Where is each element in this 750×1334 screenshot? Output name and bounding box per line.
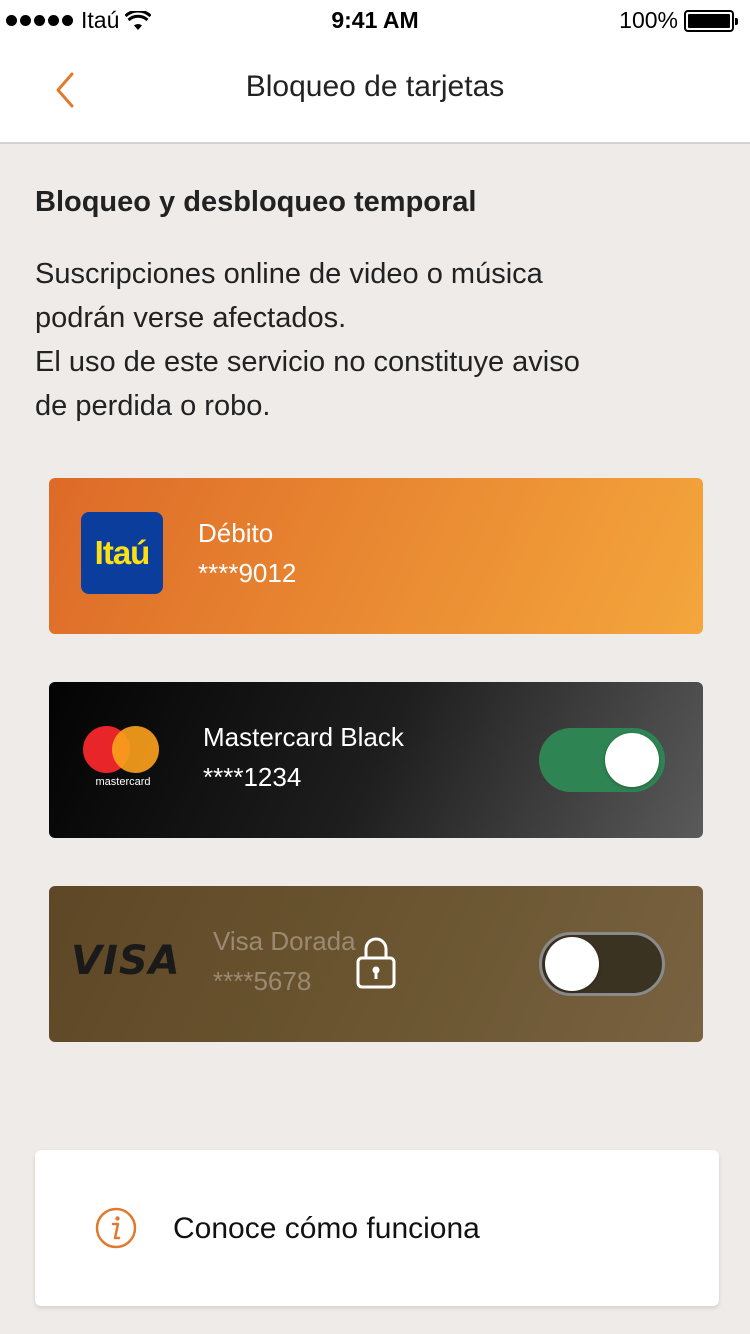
itau-logo: Itaú (81, 512, 163, 594)
card-name: Mastercard Black (203, 722, 404, 752)
description-line: de perdida o robo. (35, 390, 271, 422)
status-right: 100% (619, 7, 738, 34)
block-toggle-mastercard[interactable] (539, 728, 665, 792)
mastercard-logo-text: mastercard (95, 776, 151, 788)
info-icon (95, 1207, 137, 1249)
battery-percentage: 100% (619, 7, 678, 33)
how-it-works-button[interactable]: Conoce cómo funciona (35, 1150, 719, 1306)
card-name: Visa Dorada (213, 926, 356, 956)
section-description: Suscripciones online de video o música p… (35, 252, 695, 428)
card-number: ****9012 (198, 558, 297, 588)
description-line: podrán verse afectados. (35, 302, 347, 334)
status-bar: Itaú 9:41 AM 100% (0, 0, 750, 40)
battery-icon (684, 9, 738, 32)
card-name: Débito (198, 518, 274, 548)
how-it-works-label: Conoce cómo funciona (173, 1212, 480, 1245)
card-number: ****5678 (213, 966, 312, 996)
toggle-knob (545, 937, 599, 991)
card-visa-dorada: VISA Visa Dorada ****5678 (49, 886, 703, 1042)
description-line: El uso de este servicio no constituye av… (35, 346, 580, 378)
card-mastercard-black: mastercard Mastercard Black ****1234 (49, 682, 703, 838)
section-title: Bloqueo y desbloqueo temporal (35, 186, 477, 218)
lock-icon (356, 937, 396, 989)
card-debito: Itaú Débito ****9012 (49, 478, 703, 634)
mastercard-logo: mastercard (83, 726, 161, 790)
navigation-bar: Bloqueo de tarjetas (0, 40, 750, 144)
card-number: ****1234 (203, 762, 302, 792)
toggle-knob (605, 733, 659, 787)
visa-logo: VISA (71, 938, 181, 984)
block-toggle-visa[interactable] (539, 932, 665, 996)
description-line: Suscripciones online de video o música (35, 258, 543, 290)
page-title: Bloqueo de tarjetas (245, 70, 505, 103)
